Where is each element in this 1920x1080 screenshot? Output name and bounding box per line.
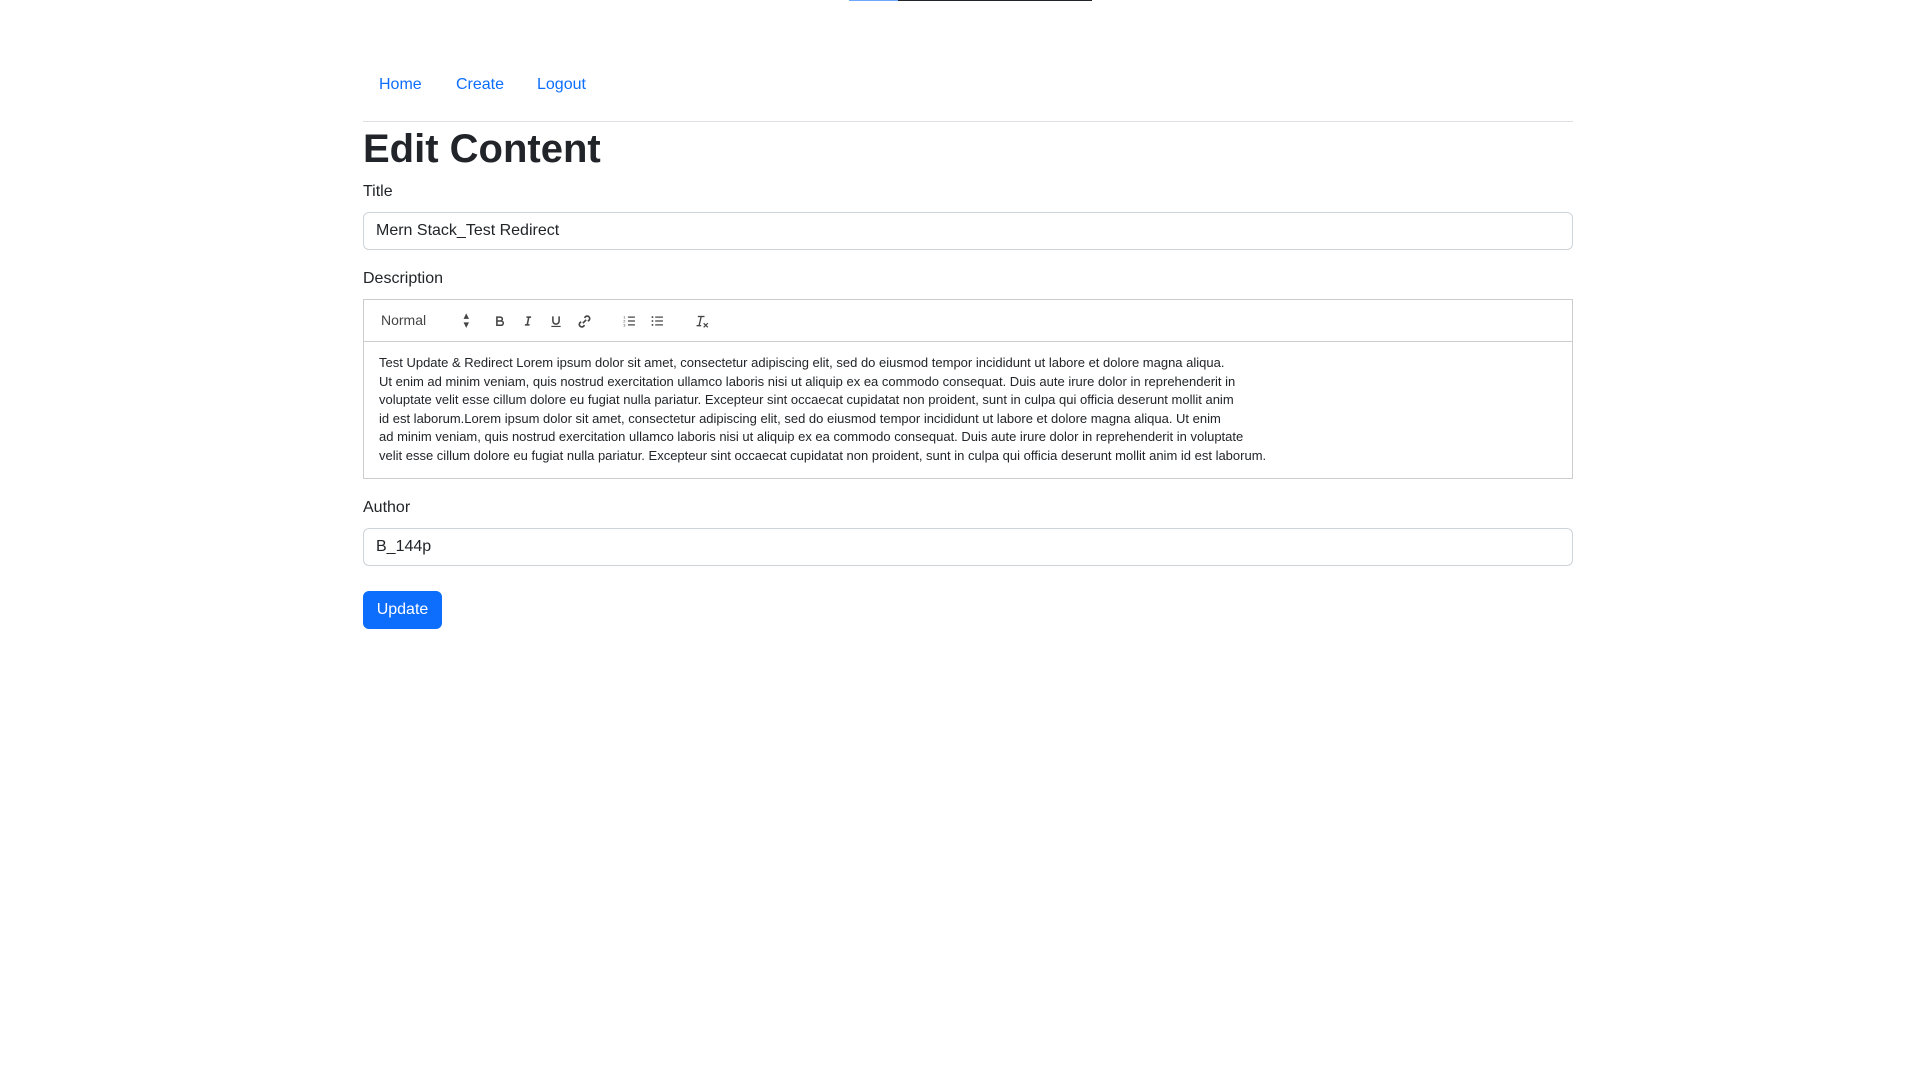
- page-load-progress-bar: [849, 0, 1092, 1]
- underline-icon: [549, 314, 563, 328]
- editor-line: voluptate velit esse cillum dolore eu fu…: [379, 392, 1234, 408]
- title-input[interactable]: [363, 212, 1573, 250]
- underline-button[interactable]: [545, 311, 567, 331]
- author-input[interactable]: [363, 528, 1573, 566]
- format-select[interactable]: Normal ▴ ▾: [381, 310, 469, 331]
- editor-toolbar: Normal ▴ ▾ 1 2 3: [364, 300, 1572, 342]
- editor-line: ad minim veniam, quis nostrud exercitati…: [379, 429, 1244, 445]
- editor-line: Ut enim ad minim veniam, quis nostrud ex…: [379, 373, 1236, 389]
- update-button[interactable]: Update: [363, 591, 442, 629]
- clear-format-button[interactable]: [691, 311, 713, 331]
- bullet-list-icon: [650, 314, 665, 328]
- link-icon: [577, 314, 592, 329]
- bold-icon: [493, 314, 507, 328]
- page-title: Edit Content: [363, 127, 601, 171]
- chevron-up-down-icon: ▴ ▾: [463, 310, 469, 331]
- ordered-list-icon: 123: [622, 314, 637, 328]
- bold-button[interactable]: [489, 311, 511, 331]
- nav-link-logout[interactable]: Logout: [537, 76, 586, 94]
- link-button[interactable]: [573, 311, 595, 331]
- top-nav: Home Create Logout: [363, 74, 1573, 122]
- italic-button[interactable]: [517, 311, 539, 331]
- ordered-list-button[interactable]: 123: [618, 311, 640, 331]
- svg-text:3: 3: [623, 322, 625, 327]
- format-select-value: Normal: [381, 312, 427, 328]
- page-load-progress-fill: [849, 0, 898, 1]
- description-editor: Normal ▴ ▾ 1 2 3 Test Update & Redirect …: [363, 299, 1573, 479]
- editor-line: Test Update & Redirect Lorem ipsum dolor…: [379, 355, 1225, 370]
- author-label: Author: [363, 499, 411, 516]
- description-label: Description: [363, 270, 444, 287]
- editor-content[interactable]: Test Update & Redirect Lorem ipsum dolor…: [379, 354, 1549, 466]
- title-label: Title: [363, 183, 393, 200]
- clear-format-icon: [694, 314, 710, 329]
- editor-line: velit esse cillum dolore eu fugiat nulla…: [379, 447, 1267, 463]
- nav-link-home[interactable]: Home: [379, 76, 422, 94]
- nav-link-create[interactable]: Create: [456, 76, 504, 94]
- bullet-list-button[interactable]: [646, 311, 668, 331]
- italic-icon: [521, 314, 535, 328]
- editor-line: id est laborum.Lorem ipsum dolor sit ame…: [379, 410, 1221, 426]
